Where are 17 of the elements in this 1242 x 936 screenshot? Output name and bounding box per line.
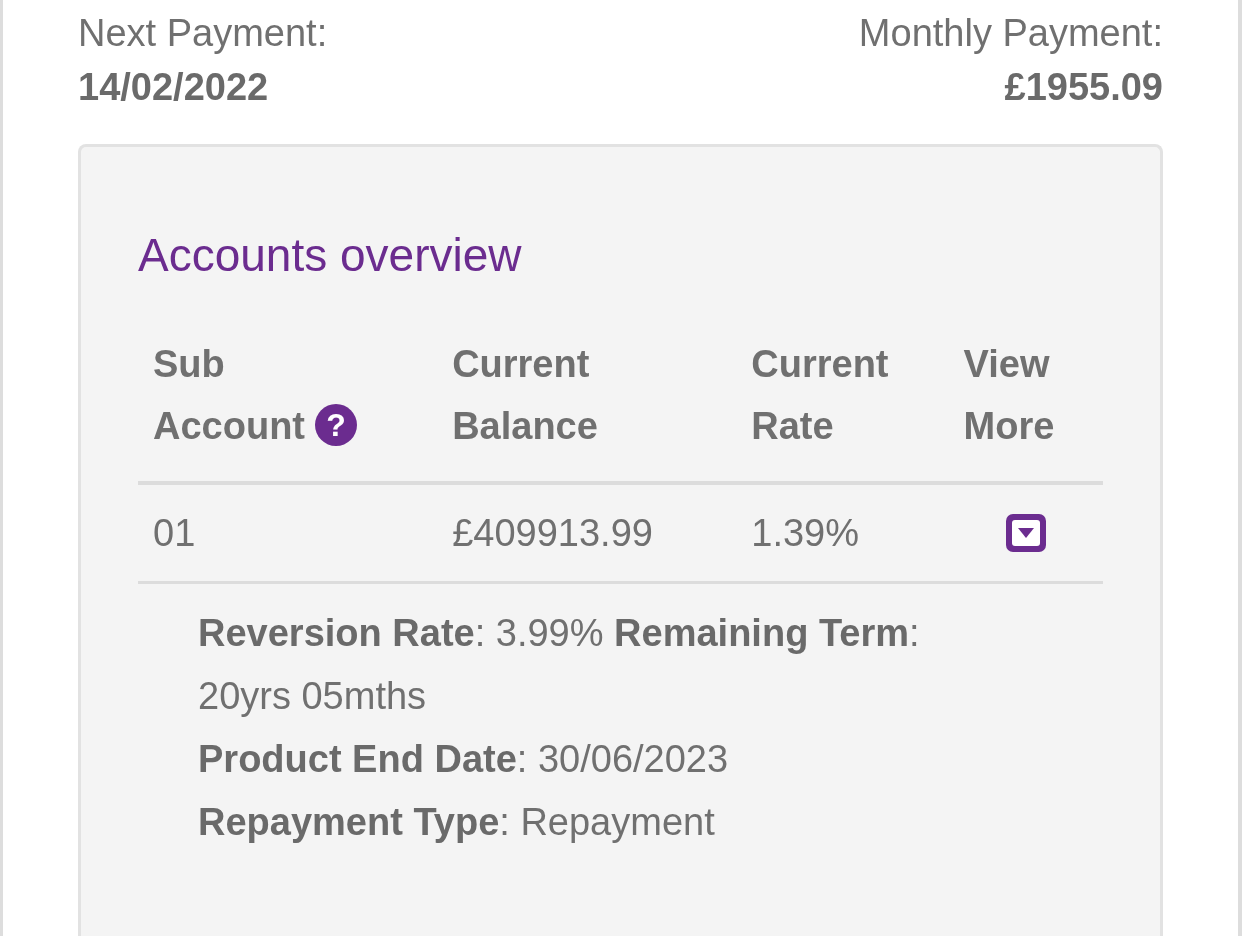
column-header: Sub Account xyxy=(153,343,305,447)
table-cell: £409913.99 xyxy=(452,512,653,554)
expand-toggle-button[interactable] xyxy=(1005,514,1046,552)
table-cell: 01 xyxy=(153,512,196,554)
column-header: View More xyxy=(963,343,1055,447)
summary-value: 14/02/2022 xyxy=(78,65,269,110)
help-icon[interactable]: ? xyxy=(315,404,357,446)
summary-value: £1955.09 xyxy=(1004,65,1163,110)
column-header: Current Balance xyxy=(452,343,598,447)
section-title: Accounts overview xyxy=(138,228,523,283)
detail-text: Reversion Rate: 3.99% Remaining Term: 20yrs 05mths xyxy=(198,611,921,719)
detail-text: Product End Date: 30/06/2023 xyxy=(198,737,730,782)
summary-label: Monthly Payment: xyxy=(858,11,1163,56)
detail-text: Repayment Type: Repayment xyxy=(198,800,716,845)
table-cell: 1.39% xyxy=(751,512,860,554)
summary-label: Next Payment: xyxy=(78,11,328,56)
column-header: Current Rate xyxy=(751,343,889,447)
